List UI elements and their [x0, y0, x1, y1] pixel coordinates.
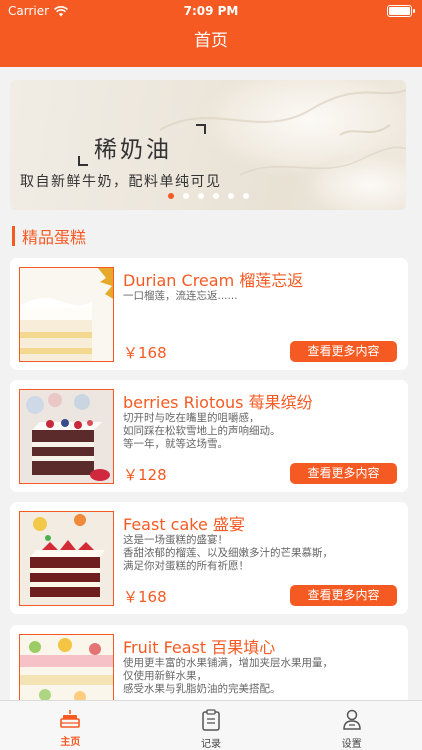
tab-label: 主页 — [60, 737, 81, 748]
battery-icon — [387, 5, 415, 17]
clipboard-icon — [202, 709, 220, 731]
wifi-icon — [54, 5, 69, 16]
product-description: 使用更丰富的水果铺满，增加夹层水果用量， 仅使用新鲜水果， 感受水果与乳脂奶油的… — [123, 657, 333, 695]
carrier-name: Carrier — [8, 4, 50, 18]
tab-label: 设置 — [341, 739, 362, 750]
tab-settings[interactable]: 设置 — [281, 701, 422, 750]
product-title: Durian Cream 榴莲忘返 — [123, 271, 304, 290]
product-card[interactable]: Durian Cream 榴莲忘返 一口榴莲，流连忘返...... ￥168 查… — [10, 258, 408, 370]
product-image — [19, 511, 114, 606]
product-description: 一口榴莲，流连忘返...... — [123, 290, 238, 302]
tab-records[interactable]: 记录 — [141, 701, 282, 750]
carousel-dot[interactable] — [197, 193, 204, 199]
banner-title: 稀奶油 — [94, 137, 172, 163]
view-more-button[interactable]: 查看更多内容 — [290, 341, 397, 362]
product-card[interactable]: Feast cake 盛宴 这是一场蛋糕的盛宴！ 香甜浓郁的榴莲、以及细嫩多汁的… — [10, 502, 408, 614]
carousel-dot[interactable] — [242, 193, 249, 199]
view-more-button[interactable]: 查看更多内容 — [290, 585, 397, 606]
product-image — [19, 389, 114, 484]
product-card[interactable]: berries Riotous 莓果缤纷 切开时与吃在嘴里的咀嚼感， 如同踩在松… — [10, 380, 408, 492]
banner-subtitle: 取自新鲜牛奶，配料单纯可见 — [20, 174, 222, 190]
product-price: ￥128 — [123, 466, 167, 484]
view-more-button[interactable]: 查看更多内容 — [290, 463, 397, 484]
page-title: 首页 — [194, 31, 228, 51]
product-price: ￥168 — [123, 588, 167, 606]
product-description: 切开时与吃在嘴里的咀嚼感， 如同踩在松软雪地上的声响细动。 等一年，就等这场雪。 — [123, 412, 281, 450]
tab-bar: 主页 记录 设置 — [0, 700, 422, 750]
section-title: 精品蛋糕 — [22, 228, 87, 247]
product-price: ￥168 — [123, 344, 167, 362]
carousel-dots — [10, 193, 406, 199]
carousel-dot[interactable] — [167, 193, 174, 199]
header: Carrier 7:09 PM 首页 — [0, 0, 422, 67]
product-title: berries Riotous 莓果缤纷 — [123, 393, 313, 412]
status-bar: Carrier 7:09 PM — [0, 0, 422, 22]
tab-label: 记录 — [201, 739, 221, 750]
user-icon — [342, 709, 361, 730]
cake-icon — [60, 710, 81, 728]
carousel-dot[interactable] — [182, 193, 189, 199]
carousel-dot[interactable] — [212, 193, 219, 199]
tab-home[interactable]: 主页 — [0, 701, 141, 750]
carousel-dot[interactable] — [227, 193, 234, 199]
product-title: Fruit Feast 百果填心 — [123, 638, 276, 657]
product-title: Feast cake 盛宴 — [123, 515, 245, 534]
product-image — [19, 267, 114, 362]
section-header: 精品蛋糕 — [12, 224, 86, 248]
product-description: 这是一场蛋糕的盛宴！ 香甜浓郁的榴莲、以及细嫩多汁的芒果慕斯， 满足你对蛋糕的所… — [123, 534, 333, 572]
banner-carousel[interactable]: 稀奶油 取自新鲜牛奶，配料单纯可见 — [10, 80, 406, 210]
